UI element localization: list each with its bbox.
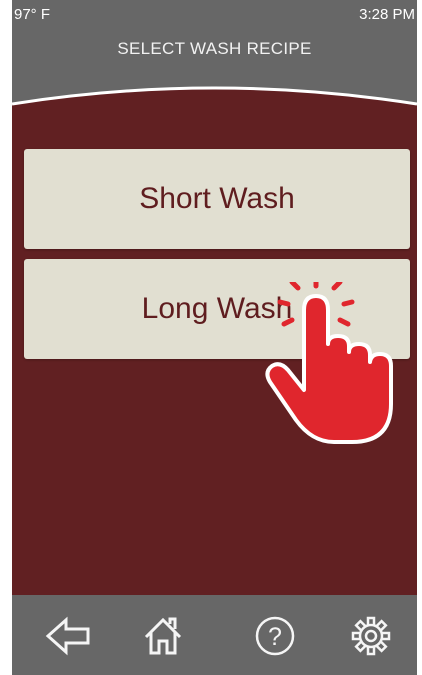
short-wash-button[interactable]: Short Wash (24, 149, 410, 249)
help-icon: ? (255, 616, 295, 656)
device-screen: 97° F 3:28 PM SELECT WASH RECIPE Short W… (12, 0, 417, 675)
home-button[interactable] (137, 613, 189, 659)
clock: 3:28 PM (359, 6, 415, 23)
pointing-hand-icon (265, 282, 393, 444)
settings-button[interactable] (345, 613, 397, 659)
home-icon (144, 617, 182, 655)
bottom-nav: ? (12, 595, 417, 675)
page-title: SELECT WASH RECIPE (117, 39, 312, 58)
recipe-panel: Short Wash Long Wash (12, 75, 417, 595)
back-button[interactable] (42, 613, 94, 659)
short-wash-label: Short Wash (139, 182, 295, 215)
svg-text:?: ? (268, 623, 282, 651)
status-bar: 97° F 3:28 PM (12, 0, 417, 28)
back-arrow-icon (45, 616, 90, 656)
temperature-readout: 97° F (14, 6, 51, 23)
help-button[interactable]: ? (249, 613, 301, 659)
gear-icon (351, 616, 391, 656)
